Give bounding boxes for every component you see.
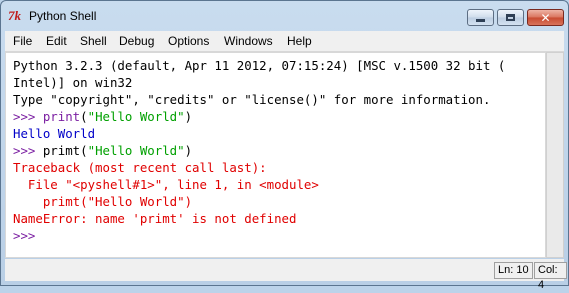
shell-text-segment: Type "copyright", "credits" or "license(… (13, 92, 491, 107)
shell-line: primt("Hello World") (13, 193, 192, 210)
menu-edit[interactable]: Edit (46, 34, 67, 48)
shell-line: >>> print("Hello World") (13, 108, 192, 125)
shell-line: Type "copyright", "credits" or "license(… (13, 91, 490, 108)
shell-text-segment: ) (184, 143, 193, 158)
shell-text-segment: ( (80, 109, 88, 124)
shell-line: Hello World (13, 125, 95, 142)
title-bar[interactable]: 7k Python Shell ✕ (1, 1, 568, 31)
shell-text-area[interactable]: Python 3.2.3 (default, Apr 11 2012, 07:1… (5, 52, 546, 258)
shell-text-segment: File "<pyshell#1>", line 1, in <module> (13, 177, 319, 192)
maximize-icon (506, 14, 515, 21)
shell-text-segment: print (42, 109, 81, 124)
shell-text-segment: "Hello World" (87, 143, 185, 158)
vertical-scrollbar[interactable] (546, 52, 564, 258)
close-button[interactable]: ✕ (527, 9, 564, 26)
shell-line: File "<pyshell#1>", line 1, in <module> (13, 176, 319, 193)
menu-debug[interactable]: Debug (119, 34, 154, 48)
shell-text-segment: primt("Hello World") (13, 194, 193, 209)
shell-text-segment: >>> (13, 143, 43, 158)
shell-line: Traceback (most recent call last): (13, 159, 267, 176)
shell-text-segment: Traceback (most recent call last): (13, 160, 267, 175)
status-bar: Ln: 10 Col: 4 (5, 259, 567, 291)
close-icon: ✕ (540, 10, 551, 25)
shell-text-segment: NameError: name 'primt' is not defined (13, 211, 297, 226)
shell-text-segment: Python 3.2.3 (default, Apr 11 2012, 07:1… (13, 58, 506, 73)
menu-file[interactable]: File (13, 34, 32, 48)
shell-text-segment: Hello World (13, 126, 96, 141)
menu-options[interactable]: Options (168, 34, 209, 48)
shell-line: Intel)] on win32 (13, 74, 132, 91)
shell-text-segment: Intel)] on win32 (13, 75, 133, 90)
shell-line: >>> primt("Hello World") (13, 142, 192, 159)
shell-line: Python 3.2.3 (default, Apr 11 2012, 07:1… (13, 57, 505, 74)
window-title: Python Shell (29, 9, 97, 23)
tk-feather-icon: 7k (8, 8, 21, 23)
maximize-button[interactable] (497, 9, 524, 26)
minimize-button[interactable] (467, 9, 494, 26)
line-number-indicator: Ln: 10 (494, 262, 533, 279)
menu-shell[interactable]: Shell (80, 34, 107, 48)
shell-text-segment: "Hello World" (87, 109, 185, 124)
column-number-indicator: Col: 4 (534, 262, 567, 291)
shell-text-segment: >>> (13, 109, 43, 124)
shell-text-segment: >>> (13, 228, 43, 243)
python-shell-window: 7k Python Shell ✕ File Edit Shell Debug … (0, 0, 569, 291)
shell-line: >>> (13, 227, 43, 244)
menu-windows[interactable]: Windows (224, 34, 273, 48)
shell-text-segment: ) (184, 109, 193, 124)
minimize-icon (476, 19, 485, 22)
menu-help[interactable]: Help (287, 34, 312, 48)
menu-bar: File Edit Shell Debug Options Windows He… (5, 31, 564, 52)
shell-line: NameError: name 'primt' is not defined (13, 210, 296, 227)
shell-text-segment: primt( (42, 143, 88, 158)
